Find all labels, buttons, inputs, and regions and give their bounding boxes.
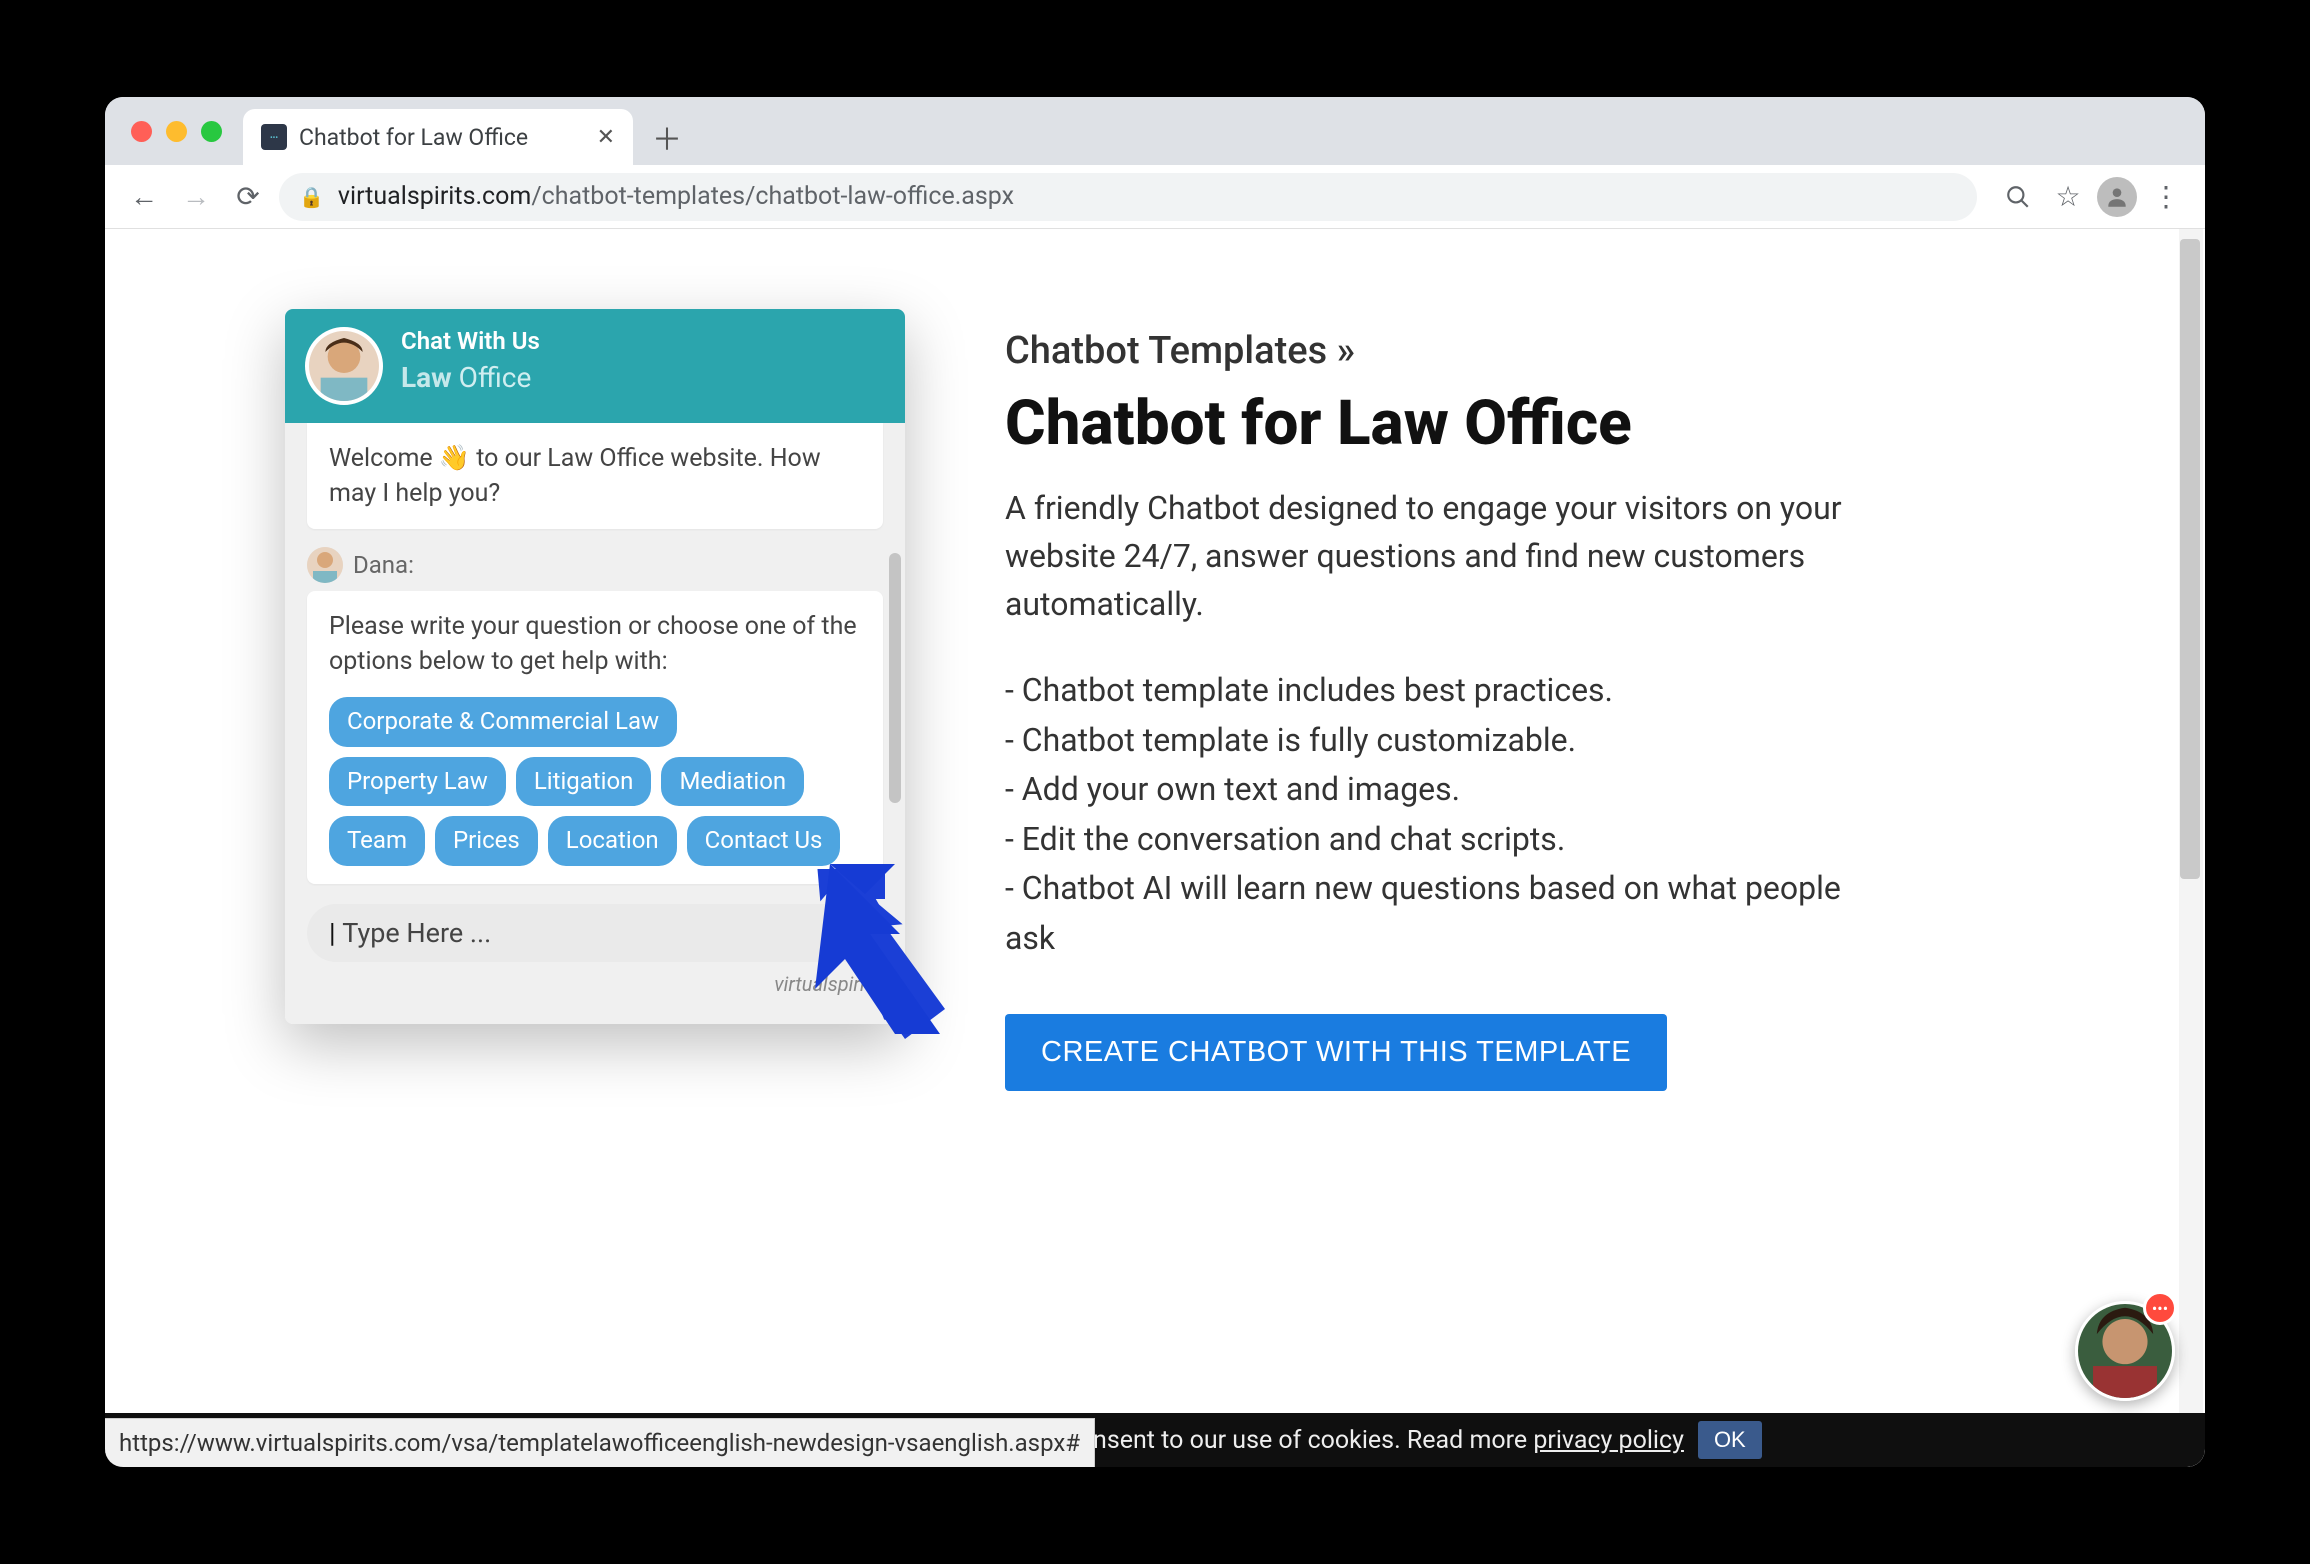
mini-avatar-icon <box>307 547 343 583</box>
feature-bullet: - Chatbot AI will learn new questions ba… <box>1005 864 1865 963</box>
chat-widget: Chat With Us Law Office Welcome 👋 to our… <box>285 309 905 1024</box>
chat-chip-corporate-commercial-law[interactable]: Corporate & Commercial Law <box>329 697 677 747</box>
chat-chip-mediation[interactable]: Mediation <box>661 757 804 807</box>
tab-strip: Chatbot for Law Office ✕ ＋ <box>105 97 2205 165</box>
chat-sender-row: Dana: <box>307 547 905 583</box>
chat-header-brand: Law Office <box>401 361 540 394</box>
url-path: /chatbot-templates/chatbot-law-office.as… <box>531 182 1014 211</box>
input-cursor: | <box>329 917 336 949</box>
feature-bullet: - Chatbot template is fully customizable… <box>1005 716 1865 766</box>
cookie-ok-button[interactable]: OK <box>1698 1421 1762 1459</box>
address-bar[interactable]: 🔒 virtualspirits.com/chatbot-templates/c… <box>279 173 1977 221</box>
chat-chip-property-law[interactable]: Property Law <box>329 757 506 807</box>
url-host: virtualspirits.com <box>338 182 531 211</box>
create-chatbot-button[interactable]: CREATE CHATBOT WITH THIS TEMPLATE <box>1005 1014 1667 1091</box>
chat-message-prompt: Please write your question or choose one… <box>307 591 883 884</box>
menu-icon[interactable]: ⋮ <box>2145 176 2187 218</box>
chat-input[interactable]: | Type Here ... <box>307 904 883 962</box>
send-icon[interactable] <box>833 915 861 950</box>
info-column: Chatbot Templates » Chatbot for Law Offi… <box>1005 309 1865 1091</box>
chat-chip-prices[interactable]: Prices <box>435 816 538 866</box>
chat-chip-location[interactable]: Location <box>548 816 677 866</box>
chat-chips: Corporate & Commercial Law Property LawLi… <box>329 697 861 866</box>
chat-chip-litigation[interactable]: Litigation <box>516 757 652 807</box>
status-bar-link: https://www.virtualspirits.com/vsa/templ… <box>105 1418 1095 1467</box>
lead-paragraph: A friendly Chatbot designed to engage yo… <box>1005 484 1865 628</box>
chat-footer-brand: virtualspirits <box>285 968 905 1010</box>
chat-chip-contact-us[interactable]: Contact Us <box>687 816 841 866</box>
page-title: Chatbot for Law Office <box>1005 387 1865 460</box>
chat-header: Chat With Us Law Office <box>285 309 905 423</box>
tab-title: Chatbot for Law Office <box>299 124 528 151</box>
feature-bullet: - Chatbot template includes best practic… <box>1005 666 1865 716</box>
profile-icon[interactable] <box>2097 177 2137 217</box>
back-button[interactable]: ← <box>123 176 165 218</box>
chat-input-placeholder: Type Here ... <box>342 917 491 949</box>
privacy-policy-link[interactable]: privacy policy <box>1533 1426 1684 1455</box>
chat-header-title: Chat With Us <box>401 327 540 355</box>
zoom-icon[interactable] <box>1997 176 2039 218</box>
chat-notification-badge[interactable]: ••• <box>2143 1291 2177 1325</box>
browser-toolbar: ← → ⟳ 🔒 virtualspirits.com/chatbot-templ… <box>105 165 2205 229</box>
feature-list: - Chatbot template includes best practic… <box>1005 666 1865 964</box>
favicon-icon <box>261 124 287 150</box>
feature-bullet: - Edit the conversation and chat scripts… <box>1005 815 1865 865</box>
page-content: Chat With Us Law Office Welcome 👋 to our… <box>105 229 2205 1467</box>
chat-message-welcome: Welcome 👋 to our Law Office website. How… <box>307 423 883 529</box>
browser-tab[interactable]: Chatbot for Law Office ✕ <box>243 109 633 165</box>
window-controls <box>131 121 222 142</box>
breadcrumb[interactable]: Chatbot Templates » <box>1005 329 1865 373</box>
chat-body: Welcome 👋 to our Law Office website. How… <box>285 423 905 1024</box>
chat-widget-container: Chat With Us Law Office Welcome 👋 to our… <box>285 309 905 1024</box>
window-minimize-icon[interactable] <box>166 121 187 142</box>
chat-sender-name: Dana: <box>353 551 414 579</box>
forward-button[interactable]: → <box>175 176 217 218</box>
feature-bullet: - Add your own text and images. <box>1005 765 1865 815</box>
bookmark-icon[interactable]: ☆ <box>2047 176 2089 218</box>
reload-button[interactable]: ⟳ <box>227 176 269 218</box>
close-tab-icon[interactable]: ✕ <box>597 125 615 150</box>
new-tab-button[interactable]: ＋ <box>647 117 687 157</box>
chat-scrollbar[interactable] <box>889 553 901 803</box>
agent-avatar <box>305 327 383 405</box>
browser-window: Chatbot for Law Office ✕ ＋ ← → ⟳ 🔒 virtu… <box>105 97 2205 1467</box>
window-maximize-icon[interactable] <box>201 121 222 142</box>
window-close-icon[interactable] <box>131 121 152 142</box>
lock-icon: 🔒 <box>299 185 324 209</box>
chat-chip-team[interactable]: Team <box>329 816 425 866</box>
